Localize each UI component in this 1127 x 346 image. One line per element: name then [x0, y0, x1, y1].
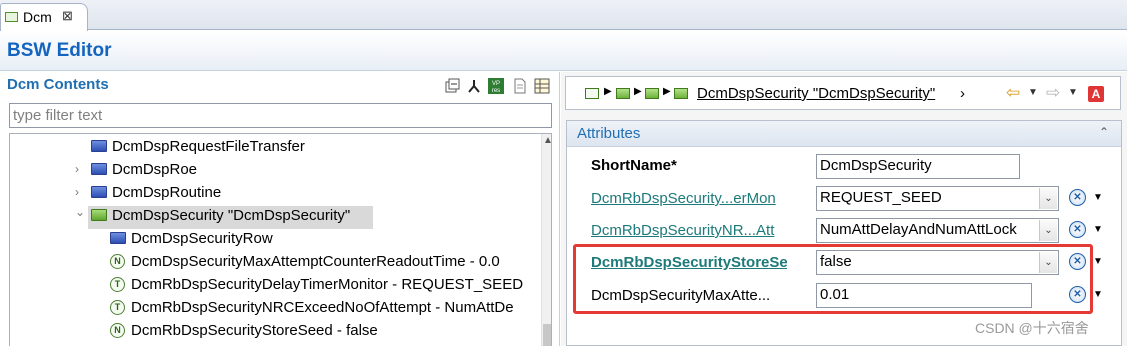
chevron-down-icon[interactable]: ▼: [1068, 87, 1078, 98]
autosar-icon[interactable]: A: [1088, 86, 1104, 102]
svg-text:res: res: [492, 88, 500, 94]
nrc-exceed-combo[interactable]: NumAttDelayAndNumAttLock ⌄: [816, 218, 1059, 243]
green-folder-icon[interactable]: [645, 88, 659, 99]
tree-item-delay-timer-monitor[interactable]: T DcmRbDspSecurityDelayTimerMonitor - RE…: [10, 273, 540, 296]
forward-arrow-icon[interactable]: ⇨: [1046, 83, 1060, 103]
menu-arrow-icon[interactable]: ▼: [1093, 192, 1103, 203]
svg-text:VP: VP: [492, 81, 500, 87]
tree-item-label: DcmDspRoe: [112, 161, 198, 178]
menu-arrow-icon[interactable]: ▼: [1093, 289, 1103, 300]
chevron-down-icon[interactable]: ⌄: [1039, 188, 1057, 209]
green-folder-icon: [91, 209, 107, 221]
collapse-all-icon[interactable]: [444, 78, 460, 94]
tree-item-routine[interactable]: › DcmDspRoutine: [10, 181, 540, 204]
folder-icon[interactable]: [585, 88, 599, 99]
breadcrumb: ▶ ▶ ▶ DcmDspSecurity "DcmDspSecurity" › …: [565, 76, 1121, 110]
contents-tree: DcmDspRequestFileTransfer › DcmDspRoe › …: [9, 133, 552, 346]
tree-item-label: DcmDspSecurityMaxAttemptCounterReadoutTi…: [131, 253, 500, 270]
tree-item-security-row[interactable]: DcmDspSecurityRow: [10, 227, 540, 250]
chevron-down-icon[interactable]: ⌄: [1039, 220, 1057, 241]
blue-folder-icon: [91, 186, 107, 198]
text-param-icon: T: [110, 300, 125, 315]
shortname-field[interactable]: DcmDspSecurity: [816, 154, 1020, 179]
contents-panel: Dcm Contents VPres DcmDspRequestFileTran…: [0, 72, 560, 346]
breadcrumb-arrow-icon[interactable]: ▶: [663, 86, 671, 97]
green-folder-icon[interactable]: [616, 88, 630, 99]
editor-tab-strip: Dcm ⊠: [0, 0, 1127, 31]
chevron-right-icon[interactable]: ›: [75, 158, 79, 181]
reset-icon[interactable]: ✕: [1069, 221, 1086, 238]
breadcrumb-arrow-icon[interactable]: ▶: [604, 86, 612, 97]
tree-item-label: DcmRbDspSecurityStoreSeed - false: [131, 322, 378, 339]
tree-item-nrc-exceed[interactable]: T DcmRbDspSecurityNRCExceedNoOfAttempt -…: [10, 296, 540, 319]
breadcrumb-arrow-icon[interactable]: ▶: [634, 86, 642, 97]
tree-item-label: DcmDspRequestFileTransfer: [112, 138, 305, 155]
attributes-header[interactable]: Attributes ⌃: [567, 121, 1121, 147]
module-icon: [5, 12, 18, 22]
editor-title-bar: BSW Editor: [0, 31, 1127, 71]
menu-arrow-icon[interactable]: ▼: [1093, 224, 1103, 235]
green-folder-icon[interactable]: [674, 88, 688, 99]
tree-item-roe[interactable]: › DcmDspRoe: [10, 158, 540, 181]
tree-item-security[interactable]: ⌄ DcmDspSecurity "DcmDspSecurity": [10, 204, 540, 227]
tree-item-label: DcmRbDspSecurityDelayTimerMonitor - REQU…: [131, 276, 524, 293]
breadcrumb-more-icon[interactable]: ›: [960, 85, 965, 102]
panel-title: Dcm Contents: [7, 76, 109, 93]
blue-folder-icon: [91, 140, 107, 152]
scrollbar-thumb[interactable]: [543, 324, 551, 346]
delay-timer-monitor-label[interactable]: DcmRbDspSecurity...erMon: [591, 190, 787, 207]
back-arrow-icon[interactable]: ⇦: [1006, 83, 1020, 103]
combo-value: NumAttDelayAndNumAttLock: [820, 221, 1017, 238]
tree-item-max-attempt-counter[interactable]: N DcmDspSecurityMaxAttemptCounterReadout…: [10, 250, 540, 273]
reset-icon[interactable]: ✕: [1069, 189, 1086, 206]
hierarchy-icon[interactable]: [466, 78, 482, 94]
menu-arrow-icon[interactable]: ▼: [1093, 256, 1103, 267]
blue-folder-icon: [91, 163, 107, 175]
tab-label: Dcm: [23, 9, 52, 25]
nrc-exceed-label[interactable]: DcmRbDspSecurityNR...Att: [591, 222, 787, 239]
tree-item-label: DcmRbDspSecurityNRCExceedNoOfAttempt - N…: [131, 299, 514, 316]
watermark: CSDN @十六宿舍: [975, 320, 1089, 336]
blue-folder-icon: [110, 232, 126, 244]
collapse-icon[interactable]: ⌃: [1099, 125, 1109, 139]
tree-item-request-file-transfer[interactable]: DcmDspRequestFileTransfer: [10, 135, 540, 158]
vp-res-icon[interactable]: VPres: [488, 78, 504, 94]
numeric-param-icon: N: [110, 323, 125, 338]
highlight-annotation: [573, 244, 1093, 314]
attributes-title: Attributes: [577, 125, 641, 142]
document-icon[interactable]: [512, 78, 528, 94]
tree-item-label: DcmDspRoutine: [112, 184, 222, 201]
scroll-up-icon[interactable]: ▲: [542, 135, 551, 146]
chevron-down-icon[interactable]: ▼: [1028, 87, 1038, 98]
numeric-param-icon: N: [110, 254, 125, 269]
vertical-scrollbar[interactable]: ▲: [541, 134, 551, 346]
chevron-down-icon[interactable]: ⌄: [75, 201, 85, 224]
delay-timer-monitor-combo[interactable]: REQUEST_SEED ⌄: [816, 186, 1059, 211]
close-icon[interactable]: ⊠: [62, 8, 73, 24]
combo-value: REQUEST_SEED: [820, 189, 942, 206]
tree-item-label: DcmDspSecurity "DcmDspSecurity": [112, 207, 351, 224]
table-view-icon[interactable]: [534, 78, 550, 94]
tree-item-store-seed[interactable]: N DcmRbDspSecurityStoreSeed - false: [10, 319, 540, 342]
tab-dcm[interactable]: Dcm ⊠: [0, 3, 88, 31]
shortname-label: ShortName*: [591, 157, 677, 174]
editor-title: BSW Editor: [7, 40, 112, 61]
text-param-icon: T: [110, 277, 125, 292]
filter-input[interactable]: [9, 103, 552, 128]
tree-item-label: DcmDspSecurityRow: [131, 230, 273, 247]
breadcrumb-current[interactable]: DcmDspSecurity "DcmDspSecurity": [697, 85, 935, 102]
